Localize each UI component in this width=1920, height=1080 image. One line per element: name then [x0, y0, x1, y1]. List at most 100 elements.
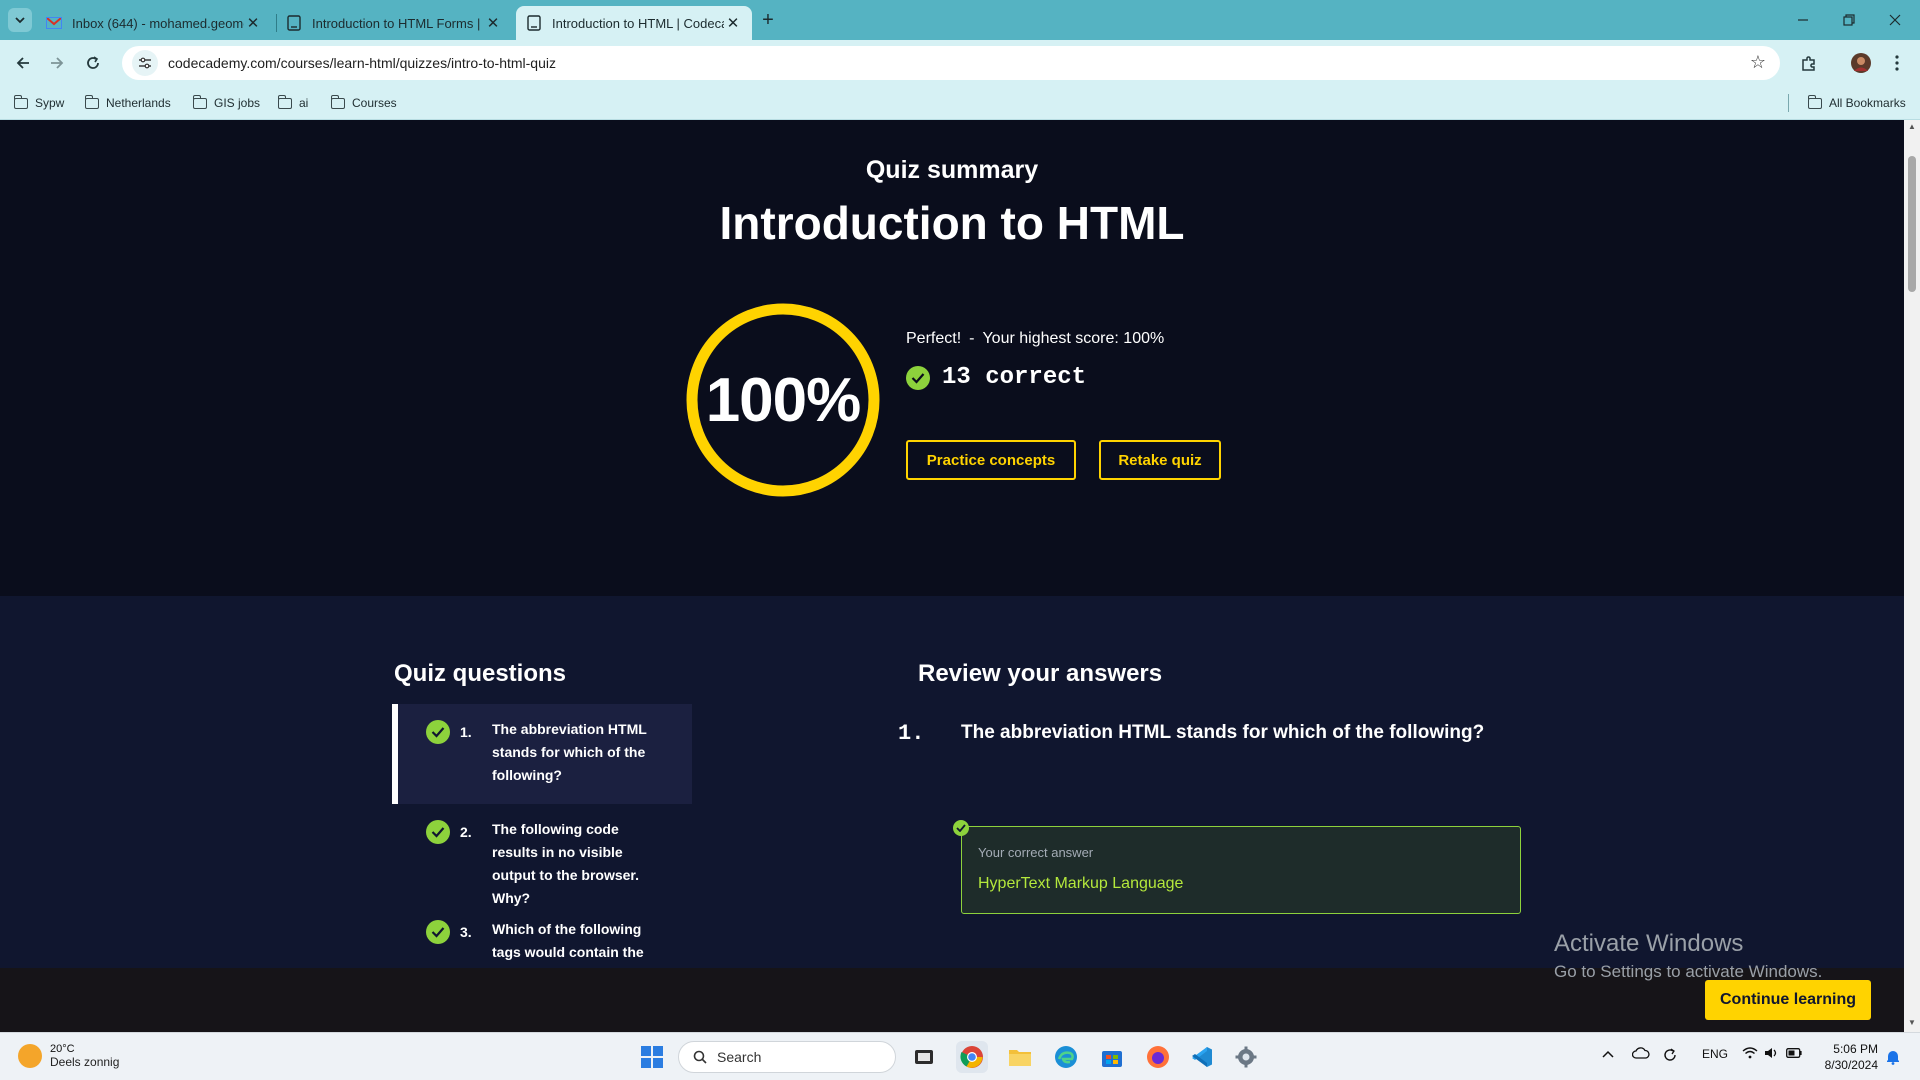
check-circle-icon — [426, 820, 450, 844]
start-button[interactable] — [636, 1041, 668, 1073]
tab-title: Introduction to HTML Forms | H — [312, 15, 484, 31]
practice-concepts-button[interactable]: Practice concepts — [906, 440, 1076, 480]
question-number: 1. — [460, 724, 472, 740]
activate-windows-title: Activate Windows — [1554, 930, 1744, 957]
close-window-button[interactable] — [1872, 0, 1918, 40]
weather-temp: 20°C — [50, 1043, 75, 1055]
task-view-button[interactable] — [908, 1041, 940, 1073]
bookmark-courses[interactable]: Courses — [330, 86, 397, 120]
reload-button[interactable] — [78, 48, 108, 78]
retake-quiz-button[interactable]: Retake quiz — [1099, 440, 1221, 480]
language-indicator[interactable]: ENG — [1702, 1047, 1728, 1061]
notifications-icon[interactable] — [1886, 1049, 1900, 1068]
quiz-summary-heading: Quiz summary — [865, 156, 1039, 184]
vscode-taskbar-icon[interactable] — [1186, 1041, 1218, 1073]
extensions-button[interactable] — [1794, 48, 1824, 78]
browser-menu-button[interactable] — [1882, 48, 1912, 78]
new-tab-button[interactable]: + — [756, 8, 780, 32]
page-icon — [286, 15, 302, 31]
check-circle-icon — [426, 920, 450, 944]
arrow-left-icon — [16, 57, 29, 69]
bookmark-sypw[interactable]: Sypw — [13, 86, 65, 120]
volume-icon[interactable] — [1764, 1047, 1780, 1062]
separator: - — [969, 330, 975, 347]
tab-intro-html[interactable]: Introduction to HTML | Codeca ✕ — [516, 6, 752, 40]
arrow-right-icon — [51, 57, 64, 69]
profile-avatar[interactable] — [1846, 48, 1876, 78]
activate-windows-subtitle: Go to Settings to activate Windows. — [1554, 962, 1823, 981]
bookmark-netherlands[interactable]: Netherlands — [84, 86, 171, 120]
url-text[interactable]: codecademy.com/courses/learn-html/quizze… — [168, 55, 556, 71]
score-summary: Perfect! - Your highest score: 100% — [906, 330, 1164, 348]
all-bookmarks[interactable]: All Bookmarks — [1807, 86, 1906, 120]
file-explorer-taskbar-icon[interactable] — [1004, 1041, 1036, 1073]
sync-icon[interactable] — [1662, 1047, 1678, 1066]
answer-label: Your correct answer — [978, 845, 1094, 860]
bookmark-label: GIS jobs — [214, 96, 261, 110]
folder-icon — [192, 94, 207, 109]
address-bar[interactable]: codecademy.com/courses/learn-html/quizze… — [122, 46, 1780, 80]
folder-icon — [84, 94, 99, 109]
question-text: The abbreviation HTML stands for which o… — [492, 721, 647, 783]
scroll-down-icon[interactable]: ▼ — [1908, 1018, 1916, 1027]
bookmarks-bar: Sypw Netherlands GIS jobs ai Courses All… — [0, 86, 1920, 120]
tray-overflow-icon[interactable] — [1602, 1047, 1614, 1061]
tab-gmail[interactable]: Inbox (644) - mohamed.geome ✕ — [36, 6, 272, 40]
minimize-icon — [1798, 19, 1808, 21]
check-circle-icon — [426, 720, 450, 744]
review-question-text: The abbreviation HTML stands for which o… — [961, 722, 1485, 743]
bookmark-label: Sypw — [35, 96, 65, 110]
bookmark-star-icon[interactable]: ☆ — [1750, 52, 1766, 73]
close-icon[interactable]: ✕ — [244, 14, 262, 32]
avatar — [1851, 53, 1871, 73]
question-item-2[interactable]: 2. The following code results in no visi… — [398, 804, 692, 906]
more-vertical-icon — [1895, 55, 1899, 71]
scroll-up-icon[interactable]: ▲ — [1908, 122, 1916, 131]
correct-count-row: 13 correct — [906, 364, 1086, 391]
bookmark-label: All Bookmarks — [1829, 96, 1906, 110]
folder-icon — [277, 94, 292, 109]
question-number: 3. — [460, 924, 472, 940]
weather-widget[interactable]: 20°C Deels zonnig — [18, 1043, 119, 1069]
wifi-icon[interactable] — [1742, 1047, 1758, 1062]
settings-taskbar-icon[interactable] — [1230, 1041, 1262, 1073]
correct-answer-card: Your correct answer HyperText Markup Lan… — [961, 826, 1521, 914]
forward-button[interactable] — [42, 48, 72, 78]
weather-icon — [18, 1044, 42, 1068]
bookmarks-divider — [1788, 94, 1789, 112]
folder-icon — [1807, 94, 1822, 109]
bookmark-label: Courses — [352, 96, 397, 110]
restore-button[interactable] — [1826, 0, 1872, 40]
chrome-taskbar-icon[interactable] — [956, 1041, 988, 1073]
folder-icon — [330, 94, 345, 109]
page-title: Introduction to HTML — [719, 197, 1185, 249]
close-icon[interactable]: ✕ — [724, 14, 742, 32]
taskbar-search[interactable]: Search — [678, 1041, 896, 1073]
bookmark-ai[interactable]: ai — [277, 86, 308, 120]
bookmark-gis-jobs[interactable]: GIS jobs — [192, 86, 261, 120]
perfect-label: Perfect! — [906, 330, 962, 347]
tab-html-forms[interactable]: Introduction to HTML Forms | H ✕ — [276, 6, 512, 40]
gear-icon — [1235, 1046, 1257, 1068]
question-item-1[interactable]: 1. The abbreviation HTML stands for whic… — [392, 704, 692, 804]
site-info-icon[interactable] — [132, 50, 158, 76]
scrollbar-thumb[interactable] — [1908, 156, 1916, 292]
vscode-icon — [1192, 1047, 1212, 1067]
system-clock[interactable]: 5:06 PM 8/30/2024 — [1816, 1041, 1878, 1073]
close-icon[interactable]: ✕ — [484, 14, 502, 32]
chevron-down-icon — [15, 17, 25, 24]
firefox-taskbar-icon[interactable] — [1142, 1041, 1174, 1073]
windows-taskbar: 20°C Deels zonnig Search ENG 5:06 PM 8/3… — [0, 1032, 1920, 1080]
back-button[interactable] — [8, 48, 38, 78]
store-taskbar-icon[interactable] — [1096, 1041, 1128, 1073]
check-circle-icon — [953, 820, 969, 836]
continue-learning-button[interactable]: Continue learning — [1705, 980, 1871, 1020]
battery-icon[interactable] — [1786, 1047, 1802, 1061]
edge-taskbar-icon[interactable] — [1050, 1041, 1082, 1073]
page-scrollbar[interactable]: ▲ ▼ — [1904, 120, 1920, 1032]
browser-toolbar: codecademy.com/courses/learn-html/quizze… — [0, 40, 1920, 86]
minimize-button[interactable] — [1780, 0, 1826, 40]
tab-search-button[interactable] — [8, 8, 32, 32]
onedrive-icon[interactable] — [1631, 1047, 1650, 1062]
screen: Inbox (644) - mohamed.geome ✕ Introducti… — [0, 0, 1920, 1080]
